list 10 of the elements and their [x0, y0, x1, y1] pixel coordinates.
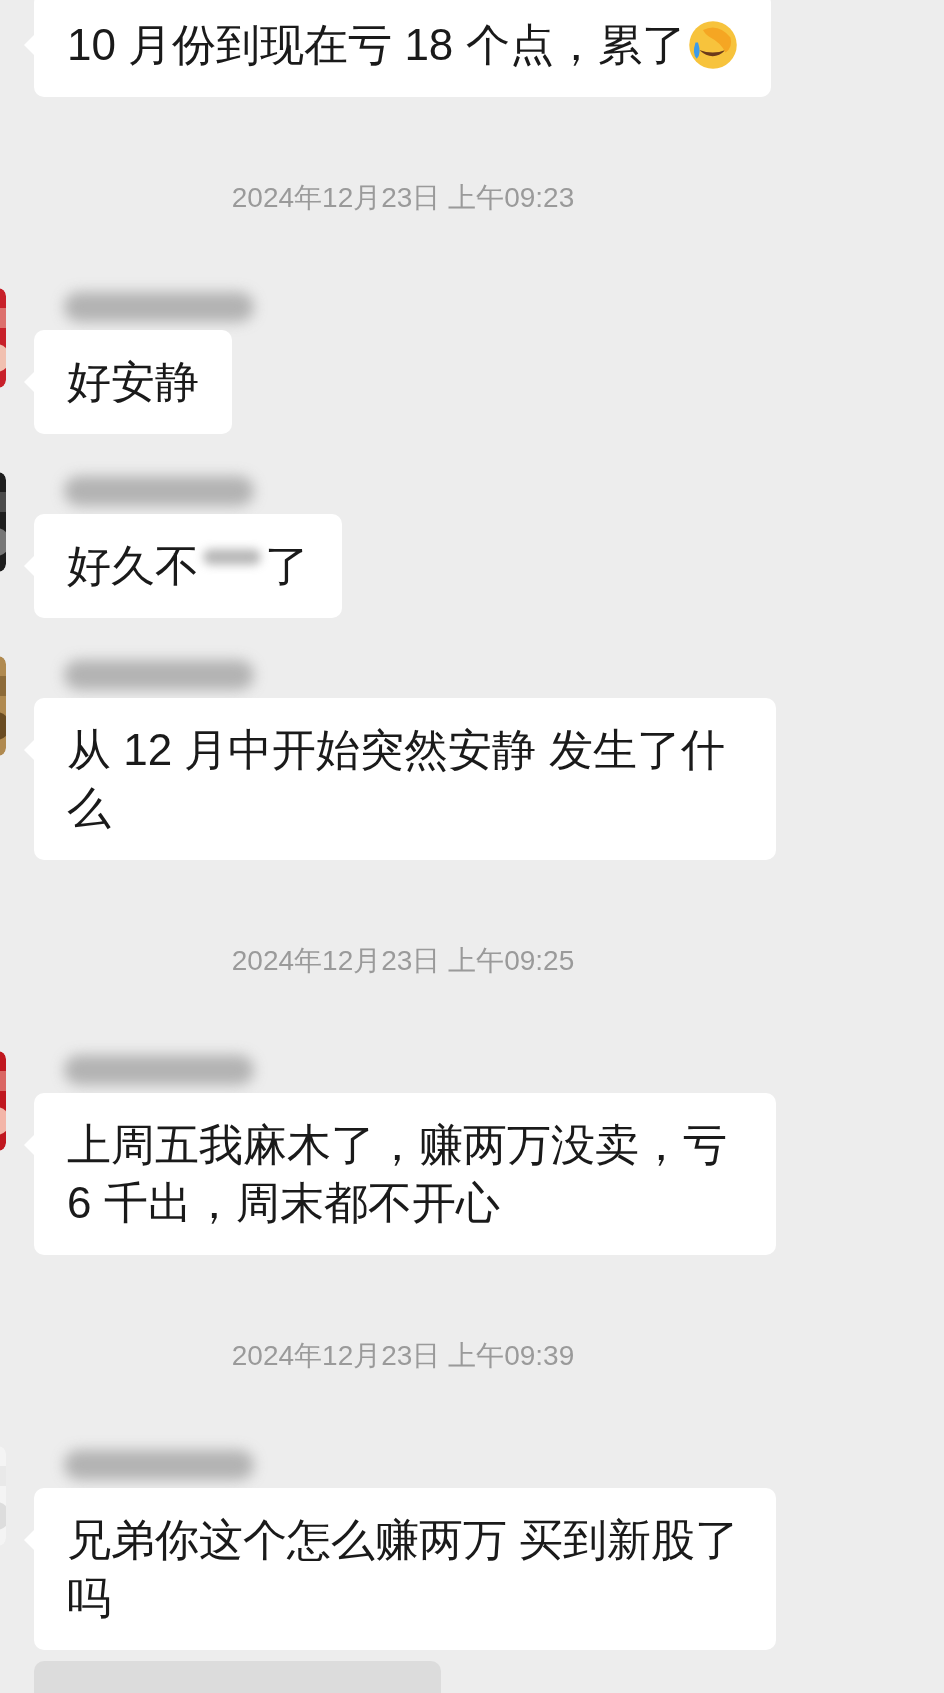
timestamp: 2024年12月23日 上午09:39	[230, 1339, 576, 1373]
timestamp: 2024年12月23日 上午09:25	[230, 944, 576, 978]
message-text: 好久不 了	[67, 540, 309, 592]
message-text: 兄弟你这个怎么赚两万 买到新股了吗	[67, 1514, 741, 1624]
message-text: 上周五我麻木了，赚两万没卖，亏 6 千出，周末都不开心	[67, 1119, 728, 1229]
facepalm-emoji-icon	[687, 20, 738, 70]
message-text: 10 月份到现在亏 18 个点，累了	[67, 19, 686, 71]
message-text: 好安静	[67, 356, 199, 408]
timestamp: 2024年12月23日 上午09:23	[230, 181, 576, 215]
message-text: 从 12 月中开始突然安静 发生了什么	[67, 724, 726, 834]
